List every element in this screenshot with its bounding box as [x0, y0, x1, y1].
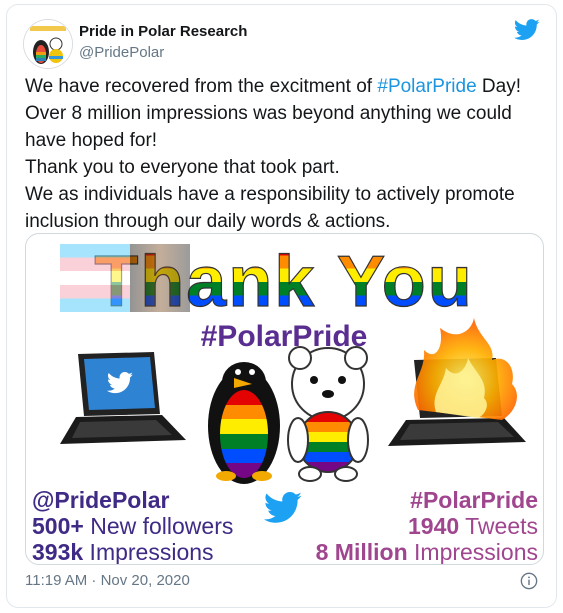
tweet-image[interactable]: Thank You #PolarPride @PridePolar 500+ N… — [25, 233, 544, 565]
right-hashtag: #PolarPride — [410, 487, 538, 513]
twitter-bird-icon — [263, 492, 302, 523]
trans-flag-overlay — [60, 244, 130, 312]
tweet-line-3: Thank you to everyone that took part. — [25, 157, 340, 178]
info-icon[interactable] — [520, 572, 538, 590]
left-stats: @PridePolar 500+ New followers 393k Impr… — [32, 487, 233, 564]
right-impressions: 8 Million Impressions — [316, 539, 538, 564]
tweet-card: Pride in Polar Research @PridePolar We h… — [6, 4, 557, 608]
followers-count: 500+ — [32, 513, 84, 539]
tweet-timestamp[interactable]: 11:19 AM · Nov 20, 2020 — [25, 572, 190, 589]
right-tweets: 1940 Tweets — [408, 513, 538, 539]
left-followers: 500+ New followers — [32, 513, 233, 539]
progress-flag-overlay — [130, 244, 190, 312]
right-impressions-label: Impressions — [408, 539, 538, 564]
laptop-on-fire-icon — [388, 318, 526, 446]
tweets-label: Tweets — [459, 513, 538, 539]
tweets-count: 1940 — [408, 513, 459, 539]
center-hashtag: #PolarPride — [201, 320, 368, 353]
hashtag-link[interactable]: #PolarPride — [377, 76, 476, 97]
thank-you-graphic: Thank You #PolarPride @PridePolar 500+ N… — [32, 241, 538, 564]
rainbow-penguin-icon — [208, 362, 280, 484]
tweet-line-1: We have recovered from the excitment of … — [25, 73, 545, 100]
left-impressions: 393k Impressions — [32, 539, 214, 564]
tweet-line-4: We as individuals have a responsibility … — [25, 184, 515, 232]
account-handle[interactable]: @PridePolar — [79, 44, 164, 61]
right-impressions-count: 8 Million — [316, 539, 408, 564]
account-name[interactable]: Pride in Polar Research — [79, 23, 247, 40]
twitter-bird-icon[interactable] — [514, 19, 540, 41]
tweet-line-2: Over 8 million impressions was beyond an… — [25, 103, 512, 151]
laptop-left-icon — [60, 352, 186, 444]
right-stats: #PolarPride 1940 Tweets 8 Million Impres… — [316, 487, 538, 564]
tweet-text-segment: We have recovered from the excitment of — [25, 76, 378, 97]
tweet-text-segment: Day! — [476, 76, 522, 97]
followers-label: New followers — [84, 513, 234, 539]
tweet-text: We have recovered from the excitment of … — [25, 73, 545, 235]
avatar[interactable] — [23, 19, 73, 69]
left-handle: @PridePolar — [32, 487, 170, 513]
left-impressions-label: Impressions — [83, 539, 213, 564]
penguin-polar-bear-icon — [24, 20, 72, 68]
left-impressions-count: 393k — [32, 539, 83, 564]
rainbow-polar-bear-icon — [287, 346, 369, 482]
